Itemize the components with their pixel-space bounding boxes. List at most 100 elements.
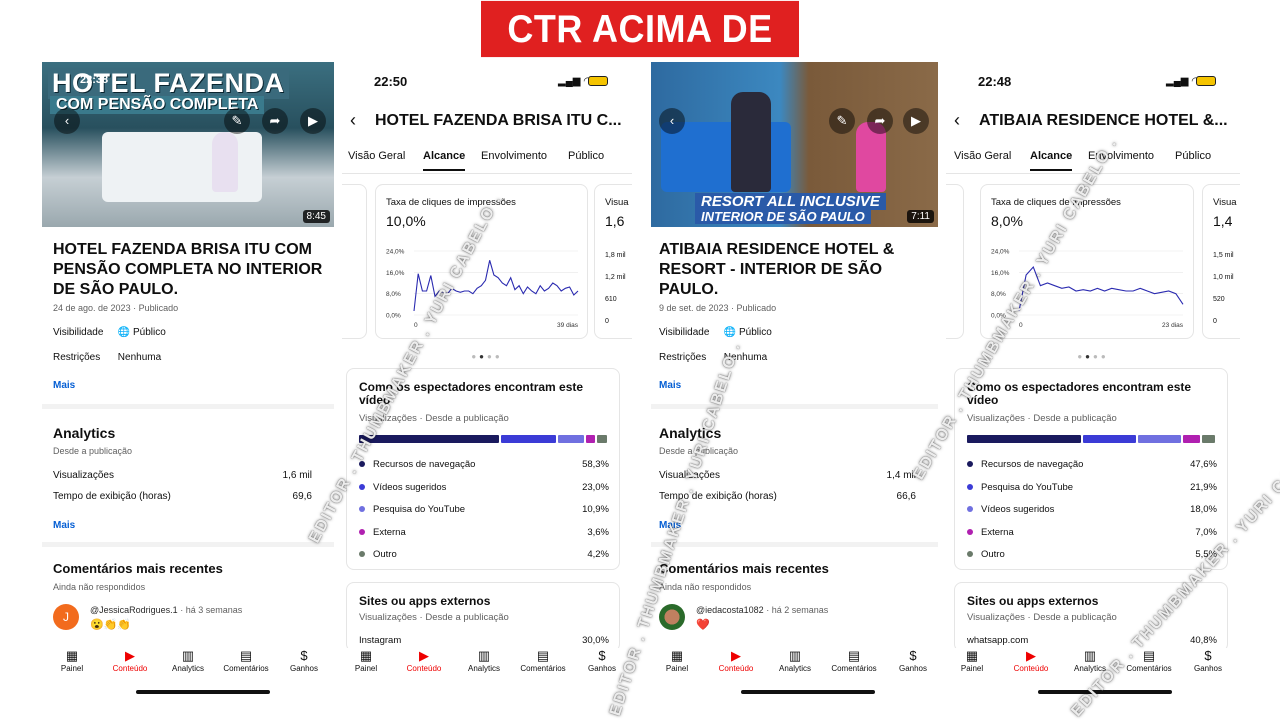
traffic-source-name: Pesquisa do YouTube [981,481,1074,493]
comments-icon: ▤ [847,648,861,663]
analytics-icon: ▥ [181,648,195,663]
youtube-icon[interactable]: ▶ [903,108,929,134]
dashboard-icon: ▦ [359,648,373,663]
tab-audience[interactable]: Público [568,150,604,162]
back-icon[interactable]: ‹ [54,108,80,134]
bottom-nav: ▦ Painel ▶ Conteúdo ▥ Analytics ▤ Comentário… [42,648,334,676]
tab-reach[interactable]: Alcance [1030,150,1073,171]
comment-text: 😮👏👏 [90,619,132,631]
views-card-ticks: 1,5 mil 1,0 mil 520 0 [1213,245,1234,333]
traffic-source-row: Externa 3,6% [359,527,609,538]
dashboard-icon: ▦ [965,648,979,663]
tab-overview[interactable]: Visão Geral [348,150,405,162]
prev-card[interactable] [342,184,367,339]
tick-label: 0 [605,318,609,325]
nav-comentarios[interactable]: ▤ Comentários [222,648,270,673]
nav-conteudo[interactable]: ▶ Conteúdo [400,648,448,673]
globe-icon: 🌐 [117,327,131,338]
restrictions-row[interactable]: Restrições Nenhuma [659,352,767,363]
bed-illustration [102,132,262,202]
nav-analytics[interactable]: ▥ Analytics [460,648,508,673]
y-tick-label: 16,0% [386,270,405,277]
back-icon[interactable]: ‹ [954,110,960,131]
nav-comentarios[interactable]: ▤ Comentários [519,648,567,673]
legend-dot-icon [359,483,365,490]
views-card[interactable]: Visua 1,6 1,8 mil 1,2 mil 610 0 [594,184,632,339]
analytics-panel-1: 22:50 ▂▄▆ ◠ ‹ HOTEL FAZENDA BRISA ITU C.… [342,62,632,694]
nav-label: Conteúdo [718,664,754,673]
comments-subtitle: Ainda não respondidos [659,582,752,592]
traffic-bar-segment [1201,435,1215,443]
dollar-icon: $ [598,648,606,663]
nav-conteudo[interactable]: ▶ Conteúdo [1007,648,1055,673]
restrictions-row[interactable]: Restrições Nenhuma [53,352,161,363]
nav-conteudo[interactable]: ▶ Conteúdo [106,648,154,673]
traffic-bar-segment [596,435,607,443]
views-card[interactable]: Visua 1,4 1,5 mil 1,0 mil 520 0 [1202,184,1240,339]
nav-painel[interactable]: ▦ Painel [342,648,390,673]
video-thumbnail[interactable]: RESORT ALL INCLUSIVE INTERIOR DE SÃO PAU… [651,62,938,227]
views-card-label: Visua [605,197,629,208]
ctr-value: 10,0% [386,213,426,229]
nav-analytics[interactable]: ▥ Analytics [771,648,819,673]
external-title: Sites ou apps externos [359,594,491,608]
traffic-source-row: Vídeos sugeridos 23,0% [359,482,609,493]
back-icon[interactable]: ‹ [350,110,356,131]
visibility-row[interactable]: Visibilidade 🌐 Público [659,327,772,338]
nav-painel[interactable]: ▦ Painel [653,648,701,673]
more-analytics-link[interactable]: Mais [53,520,75,531]
share-icon[interactable]: ➦ [262,108,288,134]
visibility-value: Público [133,327,166,338]
nav-comentarios[interactable]: ▤ Comentários [830,648,878,673]
back-icon[interactable]: ‹ [659,108,685,134]
comment-time: há 3 semanas [185,605,243,615]
video-duration: 7:11 [907,210,934,223]
nav-ganhos[interactable]: $ Ganhos [1184,648,1232,673]
traffic-source-value: 10,9% [582,504,609,515]
youtube-icon[interactable]: ▶ [300,108,326,134]
nav-label: Ganhos [898,664,928,673]
nav-ganhos[interactable]: $ Ganhos [280,648,328,673]
comment-user: @JessicaRodrigues.1 [90,605,178,615]
traffic-source-row: Externa 7,0% [967,527,1217,538]
traffic-bar-segment [1083,435,1136,443]
dollar-icon: $ [300,648,308,663]
tab-reach[interactable]: Alcance [423,150,466,171]
more-link[interactable]: Mais [53,380,75,391]
external-row: whatsapp.com 40,8% [967,635,1217,646]
nav-ganhos[interactable]: $ Ganhos [889,648,937,673]
tab-overview[interactable]: Visão Geral [954,150,1011,162]
traffic-source-name: Recursos de navegação [981,459,1084,470]
nav-label: Painel [60,664,84,673]
y-tick-label: 8,0% [386,291,401,298]
prev-card[interactable] [946,184,964,339]
more-link[interactable]: Mais [659,380,681,391]
header: ‹ HOTEL FAZENDA BRISA ITU C... [342,108,632,136]
legend-dot-icon [967,551,973,558]
nav-analytics[interactable]: ▥ Analytics [164,648,212,673]
share-icon[interactable]: ➦ [867,108,893,134]
edit-icon[interactable]: ✎ [224,108,250,134]
visibility-row[interactable]: Visibilidade 🌐 Público [53,327,166,338]
nav-painel[interactable]: ▦ Painel [948,648,996,673]
views-card-value: 1,6 [605,213,625,229]
avatar[interactable] [659,604,685,630]
nav-conteudo[interactable]: ▶ Conteúdo [712,648,760,673]
nav-painel[interactable]: ▦ Painel [48,648,96,673]
tick-label: 1,5 mil [1213,252,1234,259]
tab-audience[interactable]: Público [1175,150,1211,162]
nav-label: Painel [960,664,984,673]
restrictions-value: Nenhuma [117,352,162,363]
tab-engagement[interactable]: Envolvimento [481,150,547,162]
content-icon: ▶ [419,648,429,663]
nav-label: Analytics [171,664,204,673]
nav-label: Analytics [778,664,811,673]
visibility-value: Público [739,327,772,338]
avatar[interactable]: J [53,604,79,630]
video-thumbnail[interactable]: HOTEL FAZENDA COM PENSÃO COMPLETA 22:38 … [42,62,334,227]
edit-icon[interactable]: ✎ [829,108,855,134]
traffic-source-value: 4,2% [587,549,609,560]
traffic-bar-segment [967,435,1082,443]
restrictions-label: Restrições [53,352,101,363]
nav-ganhos[interactable]: $ Ganhos [578,648,626,673]
